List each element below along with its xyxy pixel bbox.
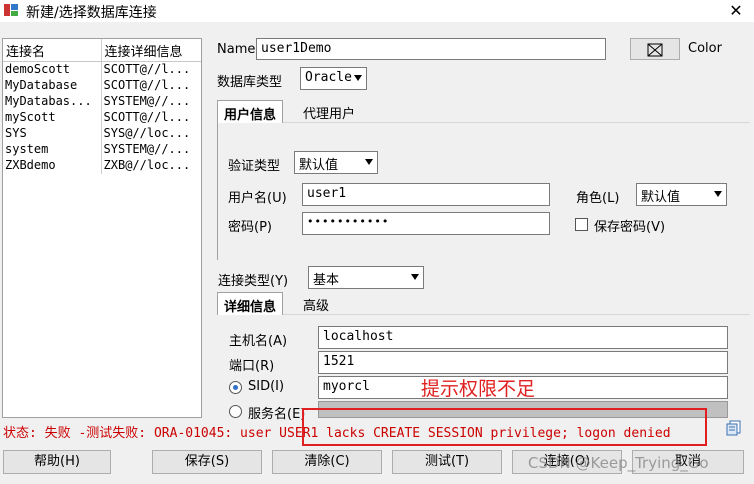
tab-user-info[interactable]: 用户信息: [217, 100, 284, 123]
chevron-down-icon: [365, 159, 373, 165]
connection-name: MyDatabase: [3, 78, 102, 94]
connection-detail: SYSTEM@//...: [103, 142, 191, 156]
connection-list-header: 连接名 连接详细信息: [3, 39, 201, 62]
connection-detail: SYSTEM@//...: [103, 94, 191, 108]
connection-detail: SCOTT@//l...: [103, 78, 191, 92]
connection-detail: ZXB@//loc...: [103, 158, 191, 172]
connection-row[interactable]: MyDatabase SCOTT@//l...: [3, 78, 201, 94]
service-name-radio[interactable]: [229, 405, 242, 418]
role-select-value: 默认值: [641, 190, 681, 205]
host-input[interactable]: localhost: [318, 326, 728, 349]
tab-proxy-user[interactable]: 代理用户: [297, 100, 361, 125]
sid-radio[interactable]: [229, 381, 242, 394]
chevron-down-icon: [354, 75, 362, 81]
auth-type-label: 验证类型: [228, 159, 281, 174]
chevron-down-icon: [411, 274, 419, 280]
connection-row[interactable]: system SYSTEM@//...: [3, 142, 201, 158]
save-button[interactable]: 保存(S): [152, 450, 262, 474]
auth-type-value: 默认值: [299, 158, 339, 173]
connection-row[interactable]: SYS SYS@//loc...: [3, 126, 201, 142]
color-swatch-icon: [647, 43, 663, 56]
password-input[interactable]: •••••••••••: [302, 212, 550, 235]
color-picker-button[interactable]: [630, 38, 680, 60]
connection-name: SYS: [3, 126, 102, 142]
username-label: 用户名(U): [228, 191, 287, 206]
conn-type-select[interactable]: 基本: [308, 266, 424, 289]
color-label: Color: [688, 41, 722, 56]
conn-type-value: 基本: [313, 273, 340, 288]
connection-name: demoScott: [3, 62, 102, 78]
connection-name: system: [3, 142, 102, 158]
window-title: 新建/选择数据库连接: [26, 5, 157, 21]
connection-name: ZXBdemo: [3, 158, 102, 174]
connection-detail: SCOTT@//l...: [103, 62, 191, 76]
dbtype-label: 数据库类型: [217, 75, 283, 90]
copy-icon[interactable]: [726, 420, 742, 436]
sid-label: SID(I): [248, 379, 285, 394]
connection-row[interactable]: ZXBdemo ZXB@//loc...: [3, 158, 201, 174]
password-label: 密码(P): [228, 220, 272, 235]
tab-advanced[interactable]: 高级: [297, 292, 335, 317]
connection-name: myScott: [3, 110, 102, 126]
connection-detail: SYS@//loc...: [103, 126, 191, 140]
connection-list[interactable]: 连接名 连接详细信息 demoScott SCOTT@//l... MyDataba…: [2, 38, 202, 418]
port-input[interactable]: 1521: [318, 351, 728, 374]
error-highlight-box: [302, 408, 707, 446]
host-label: 主机名(A): [229, 334, 288, 349]
tab-details[interactable]: 详细信息: [217, 292, 284, 315]
username-input[interactable]: user1: [302, 183, 550, 206]
dbtype-select-value: Oracle: [305, 70, 352, 85]
conn-type-label: 连接类型(Y): [218, 274, 289, 289]
connection-row[interactable]: demoScott SCOTT@//l...: [3, 62, 201, 78]
permission-annotation: 提示权限不足: [421, 378, 536, 400]
role-label: 角色(L): [576, 191, 620, 206]
save-password-label: 保存密码(V): [594, 220, 666, 235]
connection-row[interactable]: MyDatabas... SYSTEM@//...: [3, 94, 201, 110]
csdn-watermark: CSDN @Keep_Trying_Go: [528, 454, 709, 472]
test-button[interactable]: 测试(T): [392, 450, 502, 474]
connection-detail: SCOTT@//l...: [103, 110, 191, 124]
database-app-icon: [4, 4, 18, 16]
auth-type-select[interactable]: 默认值: [294, 151, 378, 174]
port-label: 端口(R): [229, 359, 275, 374]
connection-row[interactable]: myScott SCOTT@//l...: [3, 110, 201, 126]
role-select[interactable]: 默认值: [636, 183, 727, 206]
close-icon[interactable]: ✕: [722, 0, 750, 22]
chevron-down-icon: [714, 191, 722, 197]
save-password-checkbox[interactable]: [575, 218, 588, 231]
dbtype-select[interactable]: Oracle: [300, 67, 367, 90]
name-input[interactable]: user1Demo: [256, 38, 606, 60]
col-header-name[interactable]: 连接名: [3, 39, 102, 61]
service-name-label: 服务名(E): [248, 407, 306, 422]
name-label: Name: [217, 42, 256, 57]
clear-button[interactable]: 清除(C): [272, 450, 382, 474]
help-button[interactable]: 帮助(H): [3, 450, 111, 474]
col-header-detail[interactable]: 连接详细信息: [102, 39, 201, 61]
connection-name: MyDatabas...: [3, 94, 102, 110]
